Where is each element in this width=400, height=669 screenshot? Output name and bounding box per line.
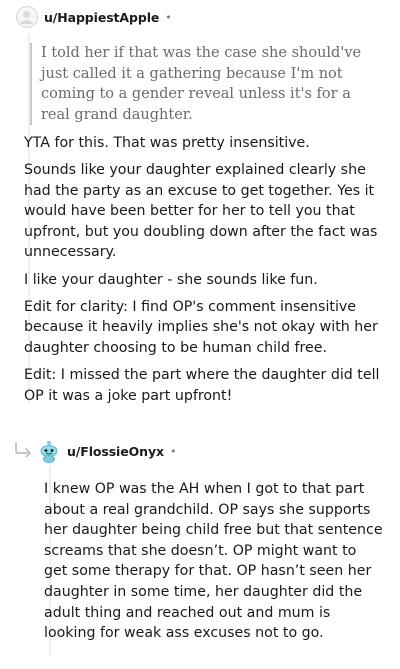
reply-arrow-icon — [14, 441, 34, 461]
user-avatar-icon[interactable] — [16, 6, 38, 28]
blockquote: I told her if that was the case she shou… — [30, 43, 380, 126]
snoo-avatar-icon[interactable] — [38, 439, 60, 463]
comment-paragraph: I like your daughter - she sounds like f… — [24, 271, 318, 288]
comment-header: u/HappiestApple • — [16, 6, 172, 28]
separator-dot: • — [165, 10, 172, 24]
comment-body: YTA for this. That was pretty insensitiv… — [24, 133, 380, 413]
username[interactable]: u/FlossieOnyx — [67, 444, 164, 459]
separator-dot: • — [169, 444, 177, 458]
username[interactable]: u/HappiestApple — [44, 10, 159, 25]
comment-paragraph: Sounds like your daughter explained clea… — [24, 162, 378, 261]
comment-header: u/FlossieOnyx • — [38, 439, 176, 463]
comment-paragraph: Edit for clarity: I find OP's comment in… — [24, 298, 378, 356]
comment-paragraph: Edit: I missed the part where the daught… — [24, 366, 380, 404]
reply-comment-body: I knew OP was the AH when I got to that … — [44, 481, 383, 642]
comment-paragraph: YTA for this. That was pretty insensitiv… — [24, 135, 310, 151]
